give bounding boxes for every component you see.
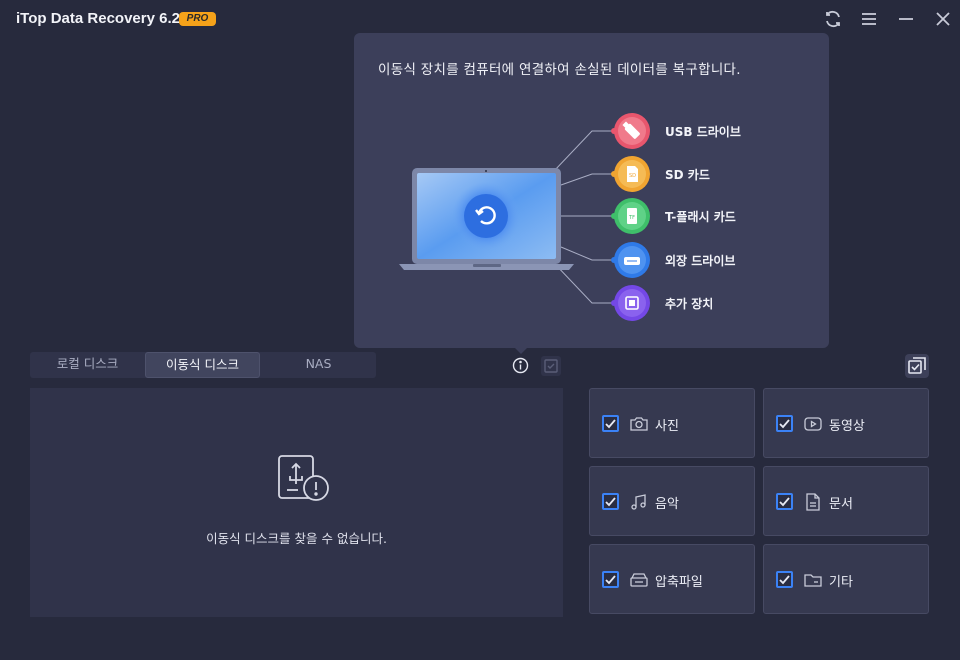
close-icon bbox=[936, 12, 950, 26]
category-photo[interactable]: 사진 bbox=[589, 388, 755, 458]
refresh-button[interactable] bbox=[823, 9, 843, 29]
category-document[interactable]: 문서 bbox=[763, 466, 929, 536]
info-icon[interactable] bbox=[512, 357, 529, 374]
archive-icon bbox=[629, 570, 649, 590]
device-label: 추가 장치 bbox=[665, 297, 714, 311]
category-label: 기타 bbox=[829, 575, 853, 590]
category-label: 사진 bbox=[655, 419, 679, 434]
check-icon bbox=[605, 575, 616, 585]
category-other[interactable]: 기타 bbox=[763, 544, 929, 614]
device-tflash-card: TF T-플래시 카드 bbox=[614, 198, 814, 234]
close-button[interactable] bbox=[933, 9, 953, 29]
category-checkbox[interactable] bbox=[602, 415, 619, 432]
check-icon bbox=[779, 575, 790, 585]
category-archive[interactable]: 압축파일 bbox=[589, 544, 755, 614]
tab-local-disk[interactable]: 로컬 디스크 bbox=[30, 352, 145, 378]
removable-device-tooltip: 이동식 장치를 컴퓨터에 연결하여 손실된 데이터를 복구합니다. USB 드라… bbox=[354, 33, 829, 348]
disk-list-panel: 이동식 디스크를 찾을 수 없습니다. bbox=[30, 388, 563, 617]
chip-icon bbox=[614, 285, 650, 321]
document-icon bbox=[803, 492, 823, 512]
device-external-drive: 외장 드라이브 bbox=[614, 242, 814, 278]
check-icon bbox=[605, 419, 616, 429]
category-label: 동영상 bbox=[829, 419, 865, 434]
device-label: SD 카드 bbox=[665, 168, 710, 182]
checkbox-icon bbox=[544, 359, 558, 373]
device-label: USB 드라이브 bbox=[665, 125, 741, 139]
tooltip-arrow bbox=[513, 346, 529, 354]
category-checkbox[interactable] bbox=[602, 493, 619, 510]
menu-icon bbox=[862, 13, 876, 25]
no-disk-message: 이동식 디스크를 찾을 수 없습니다. bbox=[206, 531, 387, 546]
disk-tabs: 로컬 디스크 이동식 디스크 NAS bbox=[30, 352, 376, 378]
category-label: 문서 bbox=[829, 497, 853, 512]
category-label: 압축파일 bbox=[655, 575, 703, 590]
tflash-card-icon: TF bbox=[614, 198, 650, 234]
music-icon bbox=[629, 492, 649, 512]
select-all-disks-checkbox[interactable] bbox=[541, 356, 561, 376]
menu-button[interactable] bbox=[859, 9, 879, 29]
select-all-categories-button[interactable] bbox=[905, 354, 929, 378]
category-checkbox[interactable] bbox=[776, 415, 793, 432]
video-icon bbox=[803, 414, 823, 434]
check-all-icon bbox=[908, 357, 926, 374]
category-music[interactable]: 음악 bbox=[589, 466, 755, 536]
category-video[interactable]: 동영상 bbox=[763, 388, 929, 458]
category-label: 음악 bbox=[655, 497, 679, 512]
check-icon bbox=[779, 497, 790, 507]
external-drive-icon bbox=[614, 242, 650, 278]
sd-card-icon: SD bbox=[614, 156, 650, 192]
refresh-icon bbox=[826, 10, 840, 28]
category-checkbox[interactable] bbox=[776, 493, 793, 510]
svg-text:SD: SD bbox=[629, 173, 636, 179]
device-label: T-플래시 카드 bbox=[665, 210, 736, 224]
folder-icon bbox=[803, 570, 823, 590]
check-icon bbox=[779, 419, 790, 429]
pro-badge: PRO bbox=[179, 12, 216, 26]
device-additional: 추가 장치 bbox=[614, 285, 814, 321]
app-title: iTop Data Recovery 6.2 bbox=[16, 10, 180, 27]
camera-icon bbox=[629, 414, 649, 434]
device-usb-drive: USB 드라이브 bbox=[614, 113, 814, 149]
laptop-illustration bbox=[399, 166, 574, 274]
check-icon bbox=[605, 497, 616, 507]
usb-not-found-icon bbox=[276, 454, 332, 506]
tab-nas[interactable]: NAS bbox=[261, 352, 376, 378]
minimize-icon bbox=[899, 18, 913, 20]
usb-drive-icon bbox=[614, 113, 650, 149]
device-label: 외장 드라이브 bbox=[665, 254, 736, 268]
category-checkbox[interactable] bbox=[776, 571, 793, 588]
tab-removable-disk[interactable]: 이동식 디스크 bbox=[145, 352, 260, 378]
svg-text:TF: TF bbox=[628, 215, 635, 221]
device-sd-card: SD SD 카드 bbox=[614, 156, 814, 192]
category-checkbox[interactable] bbox=[602, 571, 619, 588]
minimize-button[interactable] bbox=[896, 9, 916, 29]
